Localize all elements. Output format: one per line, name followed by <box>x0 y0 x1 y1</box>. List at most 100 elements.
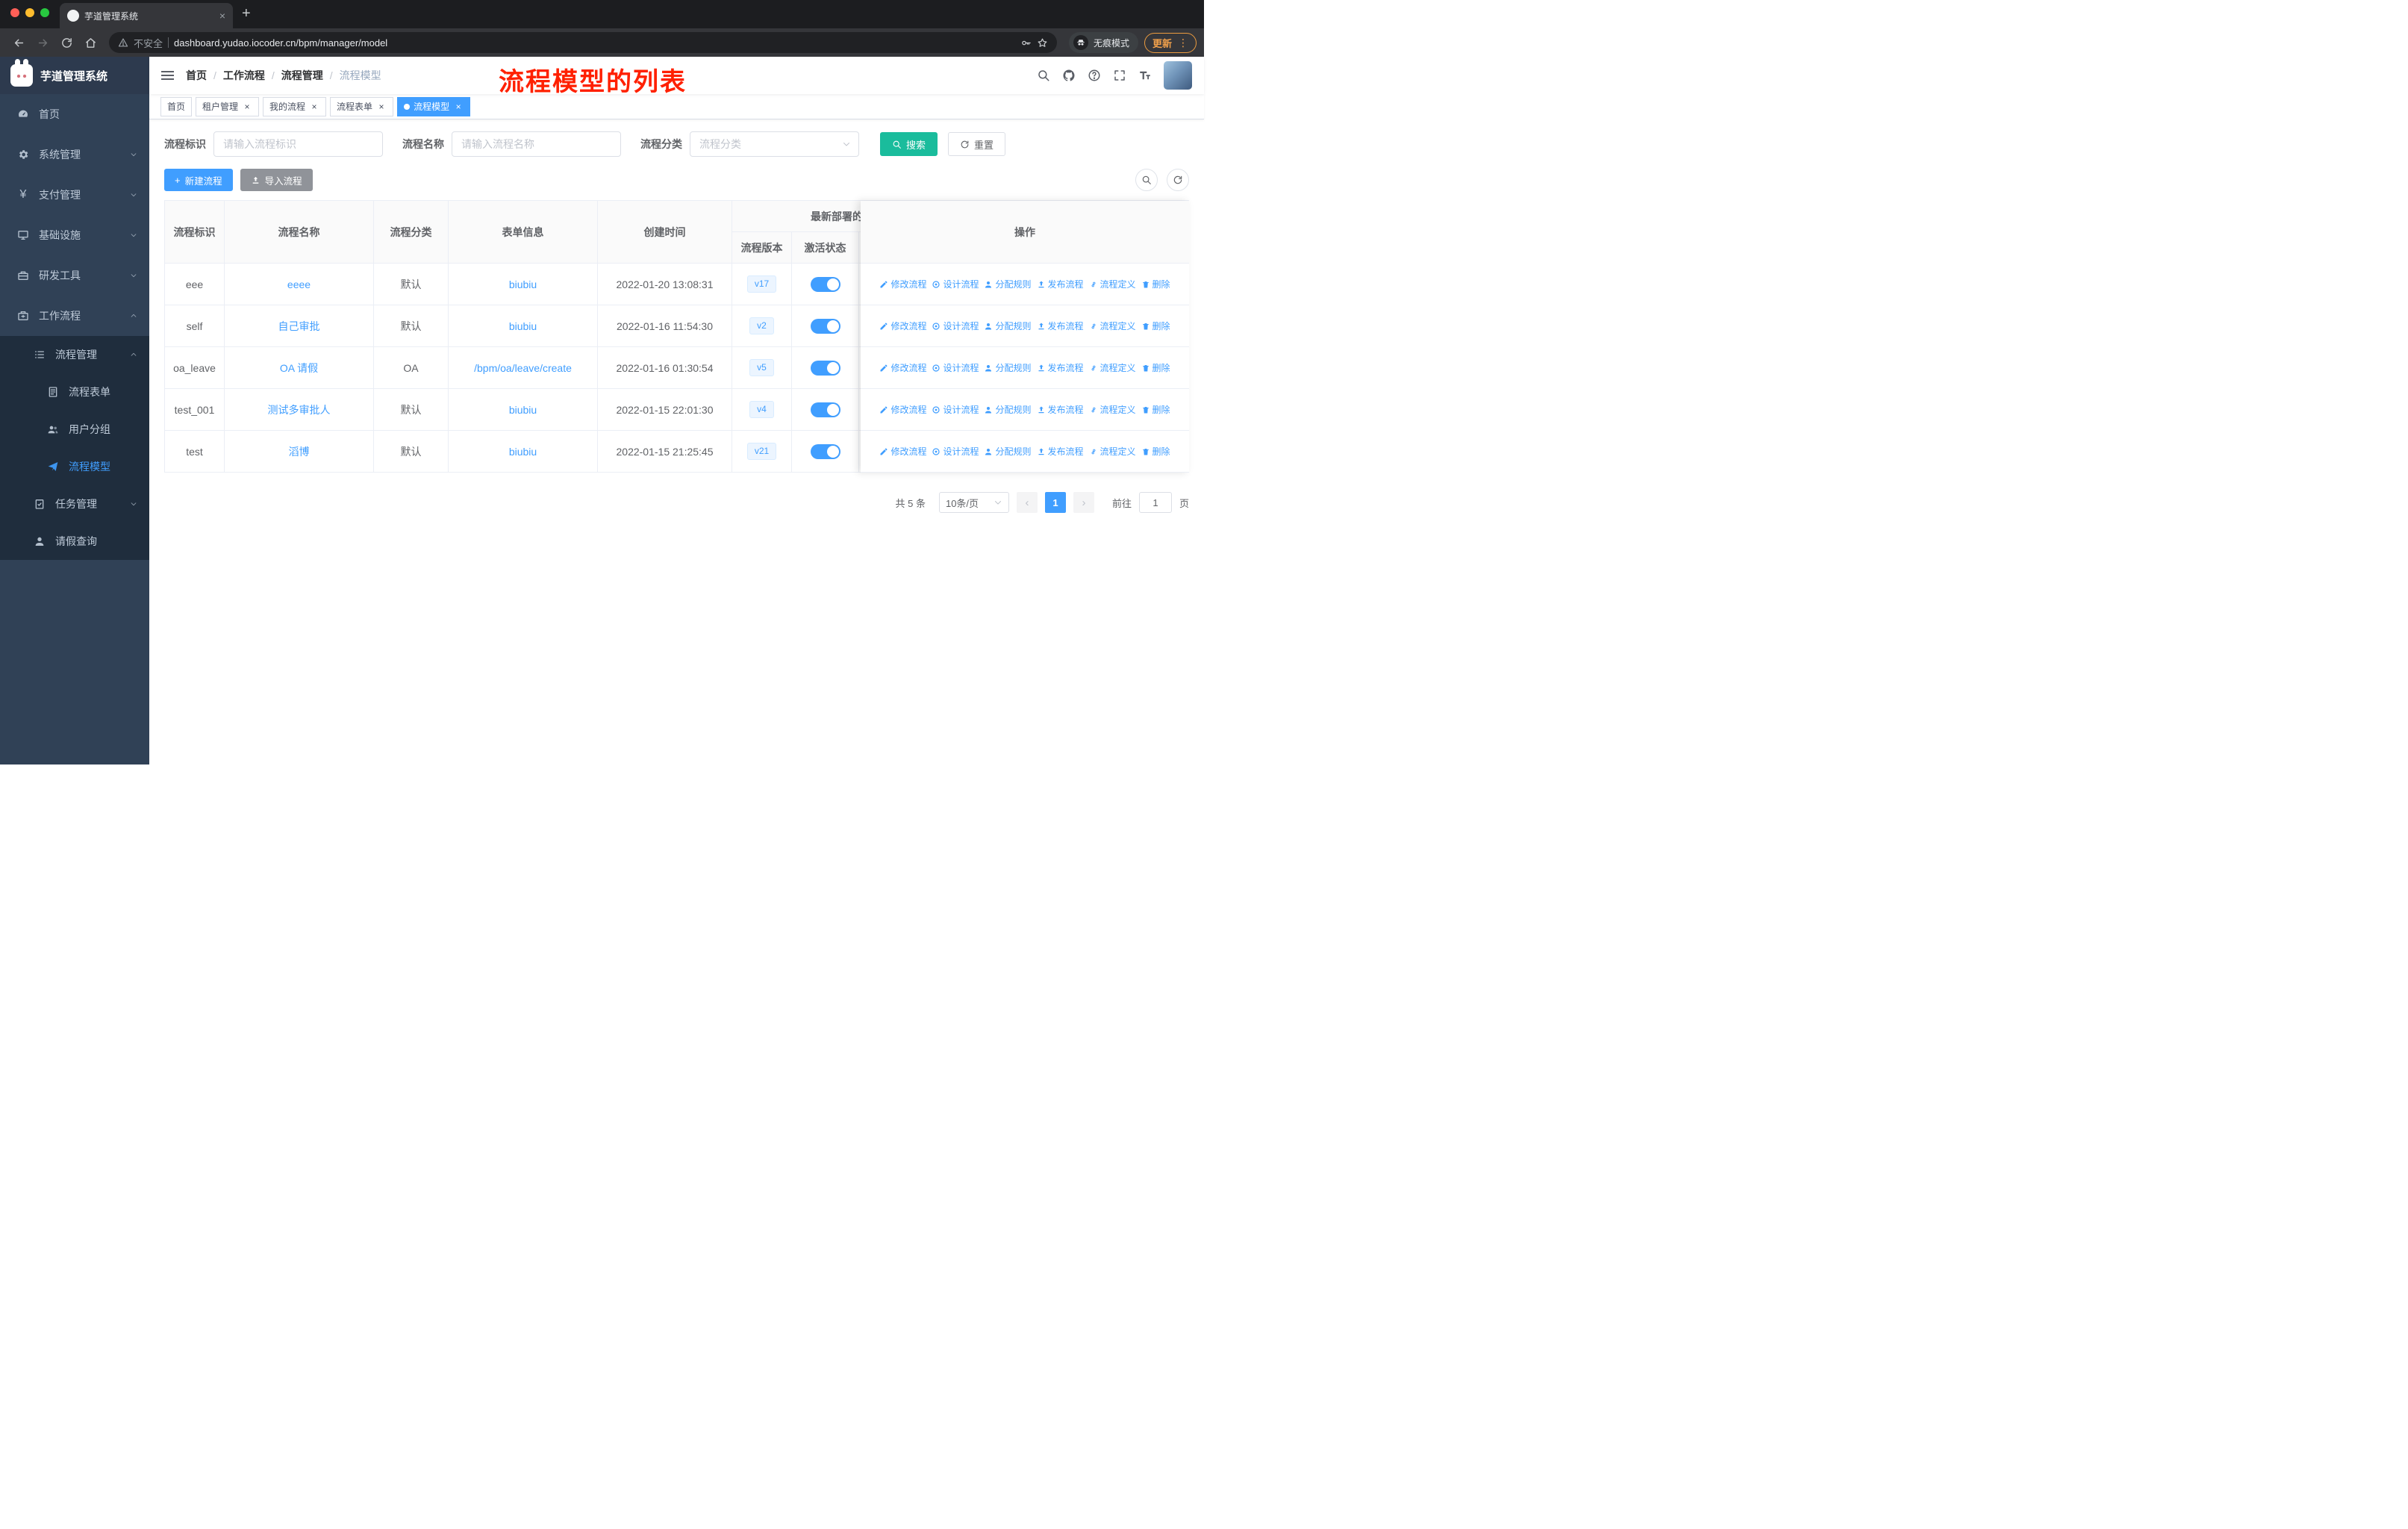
sidebar-item-process-model[interactable]: 流程模型 <box>0 448 149 485</box>
minimize-window-button[interactable] <box>25 8 34 17</box>
form-info-link[interactable]: biubiu <box>509 320 537 332</box>
action-edit-link[interactable]: 修改流程 <box>879 445 926 458</box>
action-design-link[interactable]: 设计流程 <box>932 361 979 374</box>
font-size-icon[interactable] <box>1138 69 1152 82</box>
fullscreen-icon[interactable] <box>1113 69 1126 82</box>
action-design-link[interactable]: 设计流程 <box>932 445 979 458</box>
new-tab-button[interactable]: + <box>233 5 260 28</box>
prev-page-button[interactable]: ‹ <box>1016 492 1038 513</box>
github-icon[interactable] <box>1062 69 1076 82</box>
breadcrumb-item[interactable]: 工作流程 <box>223 68 265 83</box>
sidebar-item-gear[interactable]: 系统管理 <box>0 134 149 175</box>
home-icon[interactable] <box>79 31 102 54</box>
import-process-button[interactable]: 导入流程 <box>240 169 313 191</box>
tag-item[interactable]: 租户管理 × <box>196 96 260 116</box>
tab-close-icon[interactable]: × <box>219 10 225 22</box>
action-edit-link[interactable]: 修改流程 <box>879 361 926 374</box>
reload-icon[interactable] <box>55 31 78 54</box>
zoom-window-button[interactable] <box>40 8 49 17</box>
breadcrumb-item[interactable]: 流程管理 <box>281 68 323 83</box>
security-label[interactable]: 不安全 <box>134 36 163 50</box>
sidebar-item-dashboard[interactable]: 首页 <box>0 94 149 134</box>
browser-menu-icon[interactable]: ⋮ <box>1178 37 1188 49</box>
action-definition-link[interactable]: 流程定义 <box>1089 361 1136 374</box>
page-size-select[interactable]: 10条/页 <box>938 492 1009 513</box>
active-toggle[interactable] <box>810 402 840 417</box>
action-definition-link[interactable]: 流程定义 <box>1089 445 1136 458</box>
tag-item[interactable]: 我的流程 × <box>263 96 327 116</box>
action-publish-link[interactable]: 发布流程 <box>1037 445 1084 458</box>
action-publish-link[interactable]: 发布流程 <box>1037 278 1084 290</box>
active-toggle[interactable] <box>810 443 840 459</box>
action-edit-link[interactable]: 修改流程 <box>879 320 926 332</box>
action-delete-link[interactable]: 删除 <box>1141 361 1170 374</box>
action-delete-link[interactable]: 删除 <box>1141 320 1170 332</box>
key-icon[interactable] <box>1020 37 1032 49</box>
sidebar-item-leave-query[interactable]: 请假查询 <box>0 523 149 560</box>
tag-item[interactable]: 首页 <box>160 96 193 116</box>
action-assign-rule-link[interactable]: 分配规则 <box>984 403 1032 416</box>
back-icon[interactable] <box>7 31 30 54</box>
process-name-link[interactable]: OA 请假 <box>280 362 318 374</box>
form-info-link[interactable]: biubiu <box>509 404 537 416</box>
search-icon[interactable] <box>1037 69 1050 82</box>
tag-close-icon[interactable]: × <box>309 102 319 112</box>
breadcrumb-item[interactable]: 首页 <box>186 68 207 83</box>
sidebar-item-task-management[interactable]: 任务管理 <box>0 485 149 523</box>
sidebar-item-devtools[interactable]: 研发工具 <box>0 255 149 296</box>
action-publish-link[interactable]: 发布流程 <box>1037 320 1084 332</box>
form-info-link[interactable]: biubiu <box>509 446 537 458</box>
bookmark-star-icon[interactable] <box>1037 37 1048 49</box>
action-delete-link[interactable]: 删除 <box>1141 403 1170 416</box>
action-assign-rule-link[interactable]: 分配规则 <box>984 320 1032 332</box>
active-toggle[interactable] <box>810 318 840 334</box>
browser-tab[interactable]: 芋道管理系统 × <box>60 3 233 28</box>
action-design-link[interactable]: 设计流程 <box>932 278 979 290</box>
tag-close-icon[interactable]: × <box>376 102 387 112</box>
active-toggle[interactable] <box>810 360 840 376</box>
close-window-button[interactable] <box>10 8 19 17</box>
action-publish-link[interactable]: 发布流程 <box>1037 403 1084 416</box>
tag-close-icon[interactable]: × <box>453 102 464 112</box>
sidebar-item-infrastructure[interactable]: 基础设施 <box>0 215 149 255</box>
sidebar-item-process-management[interactable]: 流程管理 <box>0 336 149 373</box>
next-page-button[interactable]: › <box>1073 492 1094 513</box>
action-assign-rule-link[interactable]: 分配规则 <box>984 278 1032 290</box>
forward-icon[interactable] <box>31 31 54 54</box>
page-number-1[interactable]: 1 <box>1044 492 1066 513</box>
tag-item[interactable]: 流程表单 × <box>330 96 394 116</box>
action-delete-link[interactable]: 删除 <box>1141 445 1170 458</box>
action-design-link[interactable]: 设计流程 <box>932 403 979 416</box>
goto-page-input[interactable] <box>1138 492 1172 513</box>
action-publish-link[interactable]: 发布流程 <box>1037 361 1084 374</box>
update-button[interactable]: 更新 ⋮ <box>1144 32 1197 53</box>
action-definition-link[interactable]: 流程定义 <box>1089 403 1136 416</box>
search-button[interactable]: 搜索 <box>880 132 938 156</box>
process-name-link[interactable]: 滔博 <box>289 446 310 458</box>
form-info-link[interactable]: biubiu <box>509 278 537 290</box>
sidebar-toggle-button[interactable] <box>161 69 174 82</box>
process-name-input[interactable] <box>452 131 621 157</box>
user-avatar[interactable] <box>1164 61 1192 90</box>
address-bar[interactable]: 不安全 dashboard.yudao.iocoder.cn/bpm/manag… <box>109 32 1057 53</box>
action-design-link[interactable]: 设计流程 <box>932 320 979 332</box>
process-name-link[interactable]: 测试多审批人 <box>268 404 331 416</box>
action-assign-rule-link[interactable]: 分配规则 <box>984 361 1032 374</box>
create-process-button[interactable]: + 新建流程 <box>164 169 233 191</box>
show-search-button[interactable] <box>1135 169 1158 191</box>
action-definition-link[interactable]: 流程定义 <box>1089 320 1136 332</box>
active-toggle[interactable] <box>810 276 840 292</box>
action-edit-link[interactable]: 修改流程 <box>879 278 926 290</box>
action-assign-rule-link[interactable]: 分配规则 <box>984 445 1032 458</box>
process-category-select[interactable]: 流程分类 <box>690 131 859 157</box>
sidebar-item-payment[interactable]: ¥ 支付管理 <box>0 175 149 215</box>
tag-close-icon[interactable]: × <box>242 102 252 112</box>
process-name-link[interactable]: eeee <box>287 278 311 290</box>
reset-button[interactable]: 重置 <box>948 132 1006 156</box>
action-edit-link[interactable]: 修改流程 <box>879 403 926 416</box>
sidebar-item-form[interactable]: 流程表单 <box>0 373 149 411</box>
action-delete-link[interactable]: 删除 <box>1141 278 1170 290</box>
process-key-input[interactable] <box>213 131 383 157</box>
refresh-table-button[interactable] <box>1167 169 1189 191</box>
help-icon[interactable] <box>1088 69 1101 82</box>
